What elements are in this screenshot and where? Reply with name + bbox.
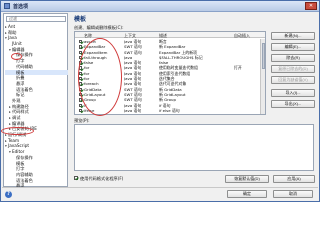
tree-item-label: 编辑器 [12, 46, 25, 52]
tree-item-label: 模板 [16, 69, 25, 75]
tree-item-label: 折叠 [16, 75, 25, 81]
restore-defaults-button[interactable]: 恢复默认值(D) [225, 175, 269, 183]
tree-item-label: 语法着色 [16, 86, 33, 92]
template-enabled-checkbox[interactable] [79, 45, 83, 49]
restore-removed-button[interactable]: 复原已除去的(D) [271, 65, 315, 73]
column-header-name[interactable]: 名称 [84, 33, 92, 39]
tree-item-label: 内容辅助 [16, 171, 33, 177]
help-icon[interactable]: ? [5, 191, 12, 198]
cell-desc: if else 语句 [159, 107, 180, 113]
table-scrollbar[interactable] [260, 39, 265, 114]
tree-item-label: 标记 [16, 92, 25, 98]
annotation-circle [1, 127, 34, 135]
table-header: 名称 上下文 描述 自动插入 [75, 32, 265, 38]
app-icon [4, 3, 10, 9]
title-bar: 首选项 ✕ [1, 1, 319, 12]
tree-item-label: Ant [8, 24, 16, 29]
tree-item-label: 打字 [16, 166, 25, 172]
annotation-circle [11, 53, 22, 60]
revert-default-button[interactable]: 回复为缺省值(V) [271, 76, 315, 84]
use-formatter-checkbox[interactable] [74, 176, 78, 180]
annotation-circle [78, 38, 122, 116]
remove-template-button[interactable]: 除去(R) [271, 54, 315, 62]
tree-item-label: Java [8, 35, 17, 41]
template-enabled-checkbox[interactable] [79, 40, 83, 44]
tree-item-label: JUnit [12, 41, 22, 47]
apply-button[interactable]: 应用(A) [273, 175, 315, 183]
cell-context: Java 语句 [124, 107, 142, 113]
scrollbar-thumb[interactable] [261, 43, 265, 69]
tree-item-label: 外观 [12, 97, 21, 103]
import-button[interactable]: 导入(I)... [271, 89, 315, 97]
ok-button[interactable]: 确定 [227, 190, 267, 198]
edit-template-button[interactable]: 编辑(E)... [271, 43, 315, 51]
tree-item-label: 调试 [12, 115, 21, 120]
template-enabled-checkbox[interactable] [79, 103, 83, 107]
tree-list: ▸Ant ▸帮助 ▾Java JUnit ▾编辑器 保存操作 打字 代码辅助 模板 折叠 悬浮 语法着… [5, 24, 68, 189]
tree-item-label: 代码样式 [12, 109, 29, 115]
page-title: 模板 [74, 16, 87, 23]
column-header-description[interactable]: 描述 [159, 33, 167, 39]
tree-item-label: 模板 [16, 160, 25, 166]
tree-item-label: Team [8, 137, 20, 143]
tree-filter-input[interactable]: 过滤 [6, 16, 66, 22]
tree-item-label: 编译器 [12, 120, 25, 126]
tree-item-label: JavaScript [8, 143, 29, 149]
tree-item-label: 保存操作 [16, 154, 33, 160]
tree-item-label: 语法着色 [16, 177, 33, 183]
preview-area[interactable] [74, 124, 314, 171]
close-icon[interactable]: ✕ [305, 2, 317, 10]
footer-separator [2, 187, 318, 188]
template-enabled-checkbox[interactable] [79, 108, 83, 113]
tree-item-label: 帮助 [8, 29, 17, 35]
cancel-button[interactable]: 取消 [273, 190, 313, 198]
tree-item-label: 悬浮 [16, 80, 25, 86]
new-template-button[interactable]: 新建(N)... [271, 32, 315, 40]
tree-item-label: Editor [12, 149, 25, 155]
window-title: 首选项 [13, 4, 29, 10]
tree-item-label: 代码辅助 [16, 63, 33, 69]
tree-item-label: 构建路径 [12, 103, 29, 109]
export-button[interactable]: 导出(X)... [271, 100, 315, 108]
preferences-window: 首选项 ✕ 过滤 ▸Ant ▸帮助 ▾Java JUnit ▾编辑器 保存操作 打字 代码辅助… [0, 0, 320, 202]
use-formatter-label: 使用代码格式化程序(F) [80, 175, 124, 181]
column-header-auto-insert[interactable]: 自动插入 [234, 33, 250, 39]
preferences-tree[interactable]: 过滤 ▸Ant ▸帮助 ▾Java JUnit ▾编辑器 保存操作 打字 代码辅助 模板 折叠 悬浮… [3, 13, 68, 189]
column-header-context[interactable]: 上下文 [124, 33, 136, 39]
